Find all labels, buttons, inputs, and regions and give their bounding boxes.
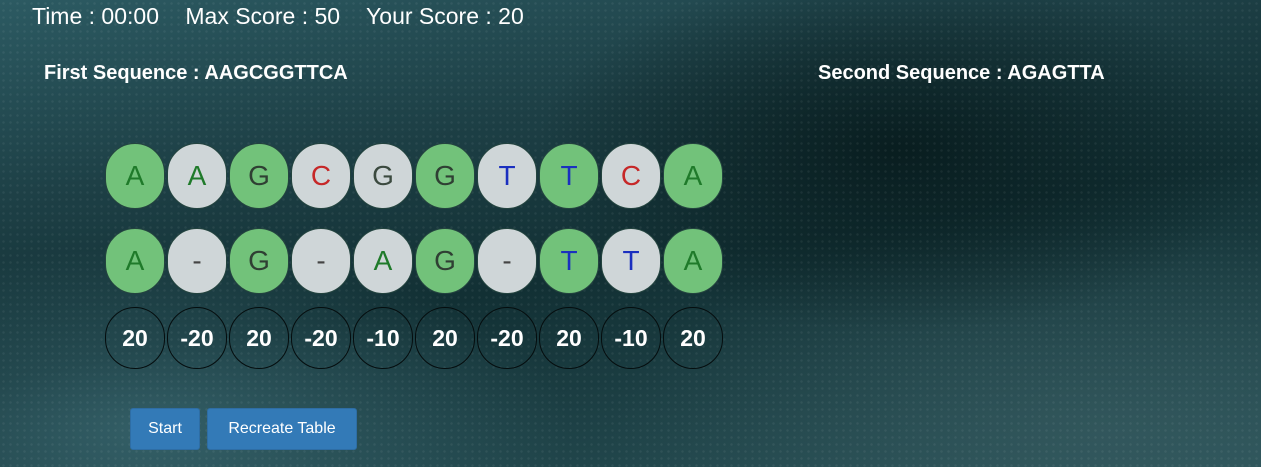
- score-cell: -10: [353, 307, 413, 369]
- second-sequence-cell[interactable]: A: [105, 228, 165, 294]
- second-sequence-cell[interactable]: T: [539, 228, 599, 294]
- first-sequence-cell[interactable]: A: [167, 143, 227, 209]
- score-cell: -20: [477, 307, 537, 369]
- score-cell: 20: [229, 307, 289, 369]
- score-cell: -20: [167, 307, 227, 369]
- first-sequence-cell[interactable]: A: [663, 143, 723, 209]
- second-sequence-label: Second Sequence : AGAGTTA: [818, 62, 1105, 84]
- first-sequence-row: AAGCGGTTCA: [105, 143, 723, 209]
- score-row: 20 -20 20 -20 -10 20 -20 20 -10 20: [105, 307, 723, 369]
- timer: Time : 00:00: [32, 3, 159, 29]
- second-sequence-row: A-G-AG-TTA: [105, 228, 723, 294]
- second-sequence-cell[interactable]: -: [291, 228, 351, 294]
- your-score: Your Score : 20: [366, 3, 524, 29]
- first-sequence-cell[interactable]: G: [229, 143, 289, 209]
- start-button[interactable]: Start: [130, 408, 200, 450]
- max-score: Max Score : 50: [185, 3, 341, 29]
- score-cell: 20: [415, 307, 475, 369]
- first-sequence-cell[interactable]: C: [601, 143, 661, 209]
- first-sequence-cell[interactable]: G: [415, 143, 475, 209]
- first-sequence-label: First Sequence : AAGCGGTTCA: [44, 62, 348, 84]
- first-sequence-cell[interactable]: T: [477, 143, 537, 209]
- second-sequence-cell[interactable]: T: [601, 228, 661, 294]
- score-cell: 20: [105, 307, 165, 369]
- first-sequence-cell[interactable]: T: [539, 143, 599, 209]
- score-cell: 20: [539, 307, 599, 369]
- score-bar: Time : 00:00 Max Score : 50 Your Score :…: [32, 2, 544, 30]
- score-cell: -10: [601, 307, 661, 369]
- first-sequence-cell[interactable]: A: [105, 143, 165, 209]
- second-sequence-cell[interactable]: A: [663, 228, 723, 294]
- second-sequence-cell[interactable]: -: [477, 228, 537, 294]
- second-sequence-cell[interactable]: -: [167, 228, 227, 294]
- first-sequence-cell[interactable]: C: [291, 143, 351, 209]
- second-sequence-cell[interactable]: G: [229, 228, 289, 294]
- second-sequence-cell[interactable]: G: [415, 228, 475, 294]
- second-sequence-cell[interactable]: A: [353, 228, 413, 294]
- score-cell: -20: [291, 307, 351, 369]
- first-sequence-cell[interactable]: G: [353, 143, 413, 209]
- recreate-table-button[interactable]: Recreate Table: [207, 408, 357, 450]
- score-cell: 20: [663, 307, 723, 369]
